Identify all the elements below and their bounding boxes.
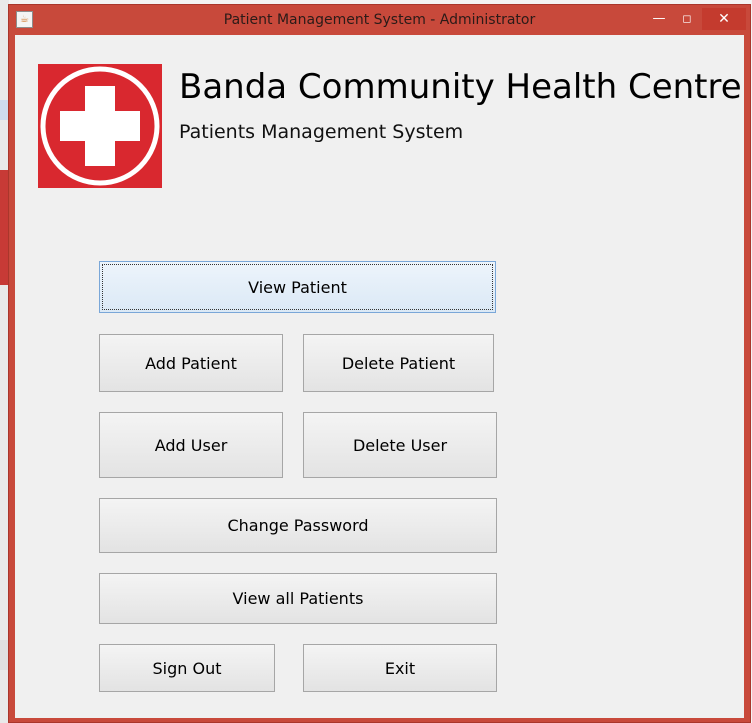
minimize-button[interactable]: — bbox=[645, 8, 673, 30]
add-patient-button[interactable]: Add Patient bbox=[99, 334, 283, 392]
add-user-button[interactable]: Add User bbox=[99, 412, 283, 478]
maximize-button[interactable]: ◻ bbox=[673, 8, 701, 30]
page-title: Banda Community Health Centre bbox=[179, 67, 742, 107]
view-patient-button[interactable]: View Patient bbox=[99, 261, 496, 313]
change-password-button[interactable]: Change Password bbox=[99, 498, 497, 553]
delete-user-button[interactable]: Delete User bbox=[303, 412, 497, 478]
sign-out-button[interactable]: Sign Out bbox=[99, 644, 275, 692]
view-all-patients-button[interactable]: View all Patients bbox=[99, 573, 497, 624]
close-button[interactable]: ✕ bbox=[702, 8, 746, 30]
main-window: ☕ Patient Management System - Administra… bbox=[8, 4, 751, 723]
client-area: Banda Community Health Centre Patients M… bbox=[15, 35, 744, 718]
window-title: Patient Management System - Administrato… bbox=[223, 12, 536, 28]
delete-patient-button[interactable]: Delete Patient bbox=[303, 334, 494, 392]
page-subtitle: Patients Management System bbox=[179, 121, 464, 143]
red-cross-icon bbox=[38, 64, 162, 188]
title-bar[interactable]: ☕ Patient Management System - Administra… bbox=[9, 5, 750, 35]
exit-button[interactable]: Exit bbox=[303, 644, 497, 692]
